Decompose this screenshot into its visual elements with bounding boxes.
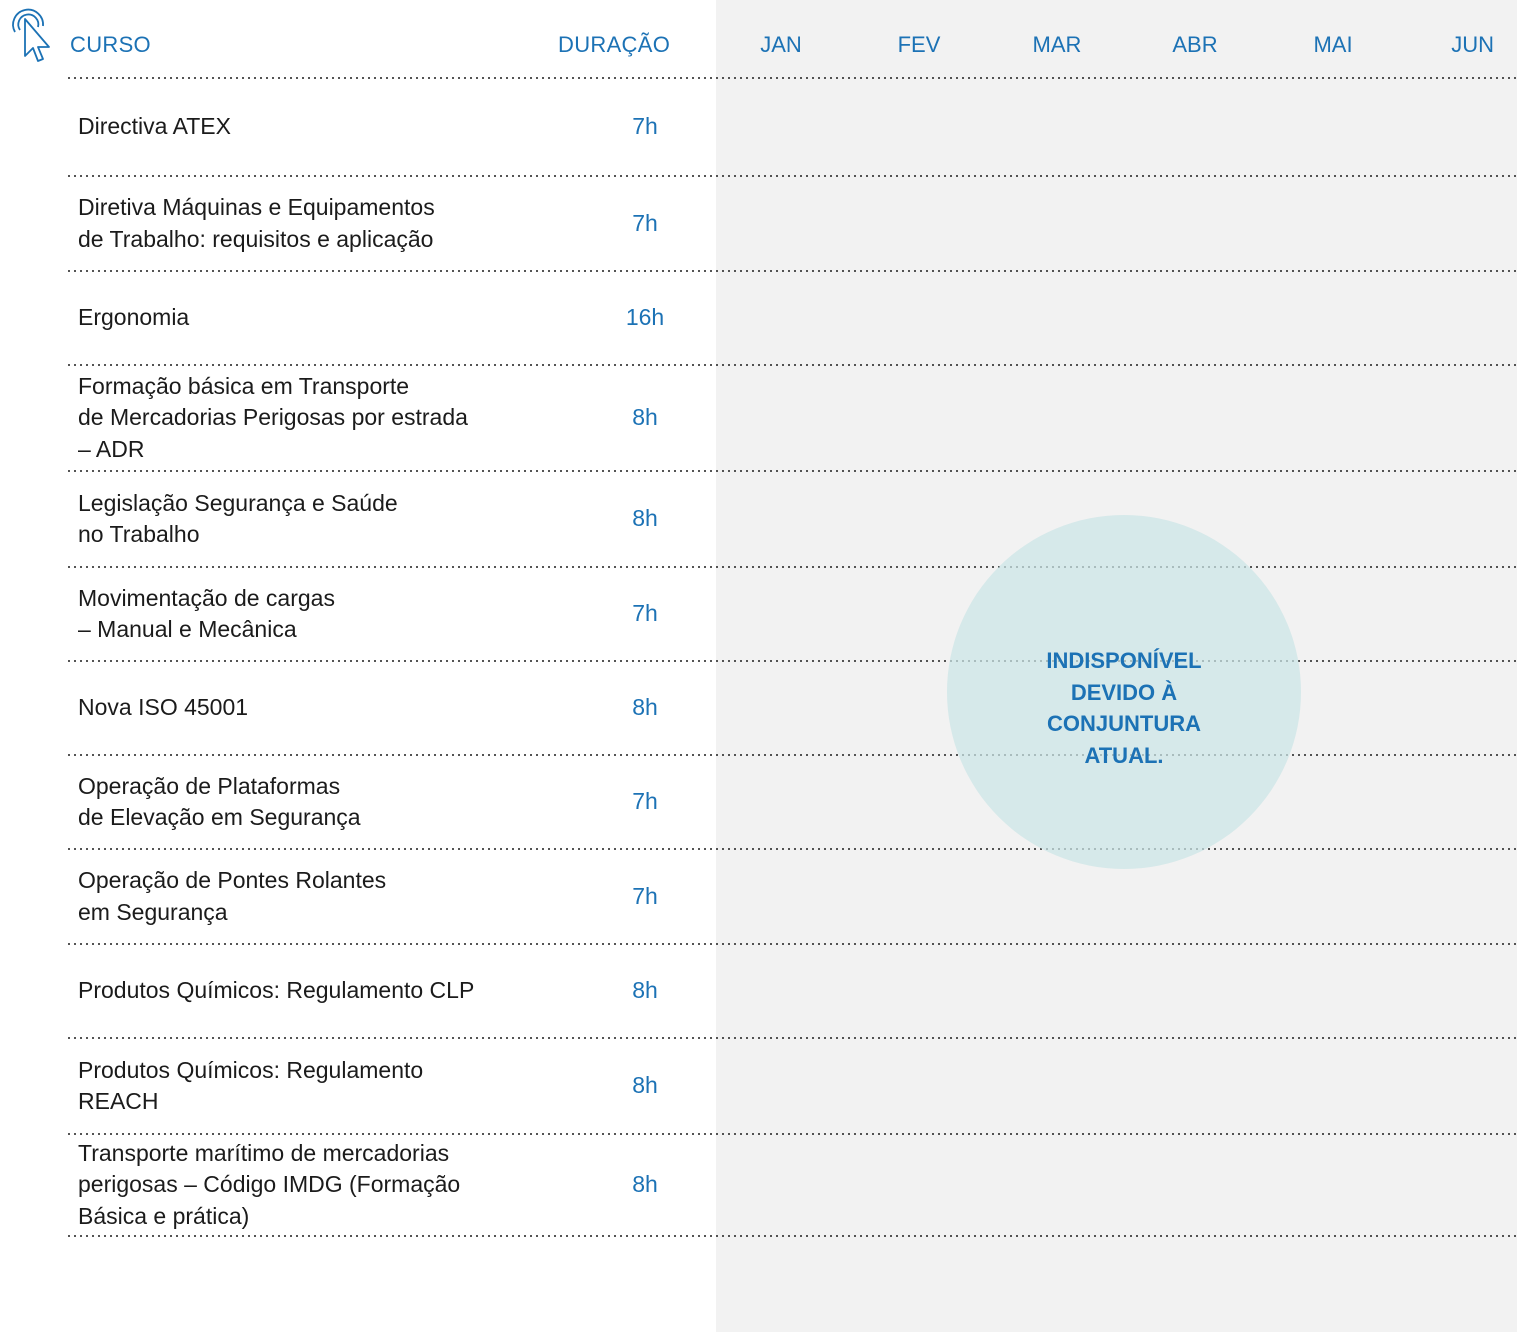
course-duration: 7h (632, 600, 658, 627)
row-divider (66, 1037, 1517, 1039)
course-duration: 8h (632, 977, 658, 1004)
course-name: Ergonomia (78, 304, 190, 331)
column-header-mai: MAI (1313, 32, 1353, 57)
course-name: Produtos Químicos: Regulamento REACH (78, 1056, 424, 1115)
course-duration: 8h (632, 404, 658, 431)
course-duration: 8h (632, 505, 658, 532)
course-name: Produtos Químicos: Regulamento CLP (78, 977, 475, 1004)
course-duration: 7h (632, 209, 658, 236)
course-duration: 7h (632, 113, 658, 140)
row-divider (66, 175, 1517, 177)
column-header-jan: JAN (760, 32, 802, 57)
course-duration: 8h (632, 694, 658, 721)
course-name: Directiva ATEX (78, 113, 231, 140)
column-header-fev: FEV (897, 32, 941, 57)
course-name: Transporte marítimo de mercadorias perig… (78, 1139, 461, 1229)
course-name: Diretiva Máquinas e Equipamentos de Trab… (78, 194, 435, 252)
course-duration: 8h (632, 1072, 658, 1099)
column-header-mar: MAR (1032, 32, 1082, 57)
row-divider (66, 364, 1517, 366)
column-header-course: CURSO (70, 32, 151, 57)
course-duration: 7h (632, 882, 658, 909)
course-name: Legislação Segurança e Saúde no Trabalho (78, 489, 398, 548)
row-divider (66, 1133, 1517, 1135)
course-name: Operação de Plataformas de Elevação em S… (78, 772, 361, 831)
column-header-duration: DURAÇÃO (558, 32, 671, 57)
row-divider (66, 270, 1517, 272)
course-duration: 16h (625, 304, 665, 331)
row-divider (66, 77, 1517, 79)
course-name: Operação de Pontes Rolantes em Segurança (78, 867, 387, 925)
column-header-jun: JUN (1451, 32, 1494, 57)
course-name: Formação básica em Transporte de Mercado… (78, 372, 468, 462)
click-pointer-icon (12, 8, 50, 62)
course-duration: 7h (632, 788, 658, 815)
course-name: Movimentação de cargas – Manual e Mecâni… (78, 584, 335, 643)
course-name: Nova ISO 45001 (78, 694, 249, 721)
column-header-abr: ABR (1172, 32, 1218, 57)
course-duration: 8h (632, 1171, 658, 1198)
row-divider (66, 943, 1517, 945)
row-divider (66, 848, 1517, 850)
unavailable-notice-text: INDISPONÍVEL DEVIDO À CONJUNTURA ATUAL. (1046, 648, 1202, 768)
row-divider (66, 470, 1517, 472)
row-divider (66, 1235, 1517, 1237)
row-divider (66, 566, 1517, 568)
